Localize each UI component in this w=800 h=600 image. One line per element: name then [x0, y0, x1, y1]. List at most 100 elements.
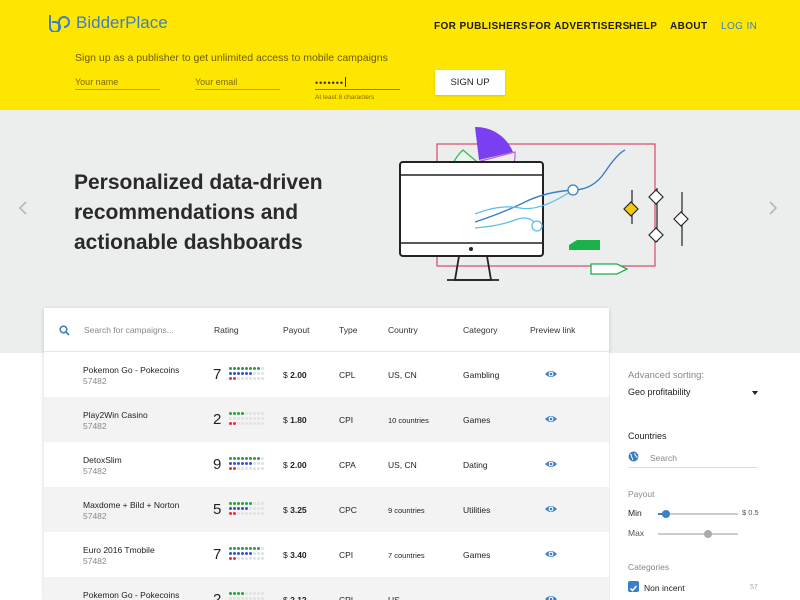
- min-slider-handle[interactable]: [662, 510, 670, 518]
- non-incent-label[interactable]: Non incent: [644, 583, 685, 593]
- rating-dot: [245, 417, 248, 420]
- rating-dot: [249, 507, 252, 510]
- rating-dot-row: [229, 502, 269, 506]
- rating-dot: [233, 367, 236, 370]
- campaign-type: CPL: [339, 370, 356, 380]
- payout-amount: 3.25: [290, 505, 307, 515]
- non-incent-checkbox[interactable]: [628, 581, 639, 592]
- table-row[interactable]: Play2Win Casino 57482 2 $ 1.80 CPI 10 countri…: [44, 397, 609, 442]
- eye-icon[interactable]: [544, 369, 558, 379]
- campaign-category: Dating: [463, 460, 488, 470]
- campaign-search-input[interactable]: Search for campaigns...: [84, 325, 174, 335]
- campaign-name[interactable]: Pokemon Go - Pokecoins: [83, 365, 179, 375]
- currency-symbol: $: [283, 550, 288, 560]
- rating-dot: [233, 462, 236, 465]
- sign-up-button[interactable]: SIGN UP: [435, 70, 505, 95]
- payout-value: $ 3.40: [283, 550, 307, 560]
- rating-dot: [249, 457, 252, 460]
- nav-help[interactable]: HELP: [629, 21, 657, 32]
- max-slider-handle[interactable]: [704, 530, 712, 538]
- email-field[interactable]: Your email: [195, 76, 280, 90]
- column-payout[interactable]: Payout: [283, 325, 309, 335]
- min-slider-track[interactable]: [658, 513, 738, 515]
- rating-value: 2: [213, 591, 222, 600]
- rating-dot: [229, 412, 232, 415]
- rating-dot: [257, 422, 260, 425]
- rating-dot: [237, 507, 240, 510]
- rating-dot: [237, 417, 240, 420]
- rating-dot: [241, 592, 244, 595]
- eye-icon[interactable]: [544, 414, 558, 424]
- rating-dot: [241, 547, 244, 550]
- rating-dot: [233, 592, 236, 595]
- rating-dot: [245, 557, 248, 560]
- column-country[interactable]: Country: [388, 325, 418, 335]
- table-row[interactable]: Pokemon Go - Pokecoins 2 $ 2.12 CPI US: [44, 577, 609, 600]
- rating-dot-row: [229, 592, 269, 596]
- eye-icon[interactable]: [544, 594, 558, 600]
- carousel-prev-button[interactable]: [18, 200, 28, 221]
- rating-dot: [237, 377, 240, 380]
- campaign-country: US, CN: [388, 460, 417, 470]
- campaign-name[interactable]: Pokemon Go - Pokecoins: [83, 590, 179, 600]
- rating-dot: [257, 462, 260, 465]
- table-row[interactable]: DetoxSlim 57482 9 $ 2.00 CPA US, CN Dating: [44, 442, 609, 487]
- column-type[interactable]: Type: [339, 325, 357, 335]
- rating-dot: [253, 417, 256, 420]
- rating-dot: [237, 502, 240, 505]
- campaign-country: US: [388, 595, 400, 600]
- rating-dot: [253, 512, 256, 515]
- campaign-type: CPI: [339, 415, 354, 425]
- brand-logo[interactable]: BidderPlace: [48, 13, 168, 33]
- password-field[interactable]: •••••••: [315, 76, 400, 90]
- nav-for-publishers[interactable]: FOR PUBLISHERS: [434, 21, 528, 32]
- rating-dot: [241, 507, 244, 510]
- rating-dot: [229, 547, 232, 550]
- countries-search-input[interactable]: Search: [628, 450, 758, 468]
- advanced-sorting-label: Advanced sorting:: [628, 370, 705, 381]
- carousel-next-button[interactable]: [768, 200, 778, 221]
- rating-dot: [229, 467, 232, 470]
- nav-log-in[interactable]: LOG IN: [721, 21, 757, 32]
- max-slider-track[interactable]: [658, 533, 738, 535]
- campaign-id: 57482: [83, 466, 107, 476]
- payout-value: $ 2.12: [283, 595, 307, 600]
- header-bar: BidderPlace FOR PUBLISHERS FOR ADVERTISE…: [0, 0, 800, 110]
- campaign-category: Games: [463, 415, 491, 425]
- nav-about[interactable]: ABOUT: [670, 21, 708, 32]
- sorting-select[interactable]: Geo profitability: [628, 387, 760, 397]
- campaign-id: 57482: [83, 556, 107, 566]
- column-category[interactable]: Category: [463, 325, 498, 335]
- campaign-name[interactable]: Euro 2016 Tmobile: [83, 545, 155, 555]
- name-field[interactable]: Your name: [75, 76, 160, 90]
- rating-dot: [257, 457, 260, 460]
- rating-dot: [229, 462, 232, 465]
- payout-amount: 2.00: [290, 370, 307, 380]
- eye-icon[interactable]: [544, 504, 558, 514]
- rating-dot: [257, 412, 260, 415]
- rating-dot: [257, 557, 260, 560]
- campaign-name[interactable]: Maxdome + Bild + Norton: [83, 500, 179, 510]
- rating-dot: [261, 507, 264, 510]
- rating-dot: [237, 467, 240, 470]
- rating-dot: [249, 557, 252, 560]
- rating-dot: [229, 512, 232, 515]
- nav-for-advertisers[interactable]: FOR ADVERTISERS: [529, 21, 630, 32]
- eye-icon[interactable]: [544, 549, 558, 559]
- campaign-category: Gambling: [463, 370, 500, 380]
- rating-dot: [245, 592, 248, 595]
- table-row[interactable]: Euro 2016 Tmobile 57482 7 $ 3.40 CPI 7 countr…: [44, 532, 609, 577]
- column-rating[interactable]: Rating: [214, 325, 239, 335]
- rating-dot: [249, 372, 252, 375]
- eye-icon[interactable]: [544, 459, 558, 469]
- table-row[interactable]: Maxdome + Bild + Norton 57482 5 $ 3.25 CPC 9 …: [44, 487, 609, 532]
- currency-symbol: $: [283, 370, 288, 380]
- campaign-name[interactable]: Play2Win Casino: [83, 410, 148, 420]
- rating-dot: [245, 502, 248, 505]
- rating-dots: [229, 457, 269, 472]
- max-label: Max: [628, 528, 645, 538]
- table-row[interactable]: Pokemon Go - Pokecoins 57482 7 $ 2.00 CPL US,…: [44, 352, 609, 397]
- rating-dot: [257, 502, 260, 505]
- column-preview-link: Preview link: [530, 325, 576, 335]
- campaign-name[interactable]: DetoxSlim: [83, 455, 122, 465]
